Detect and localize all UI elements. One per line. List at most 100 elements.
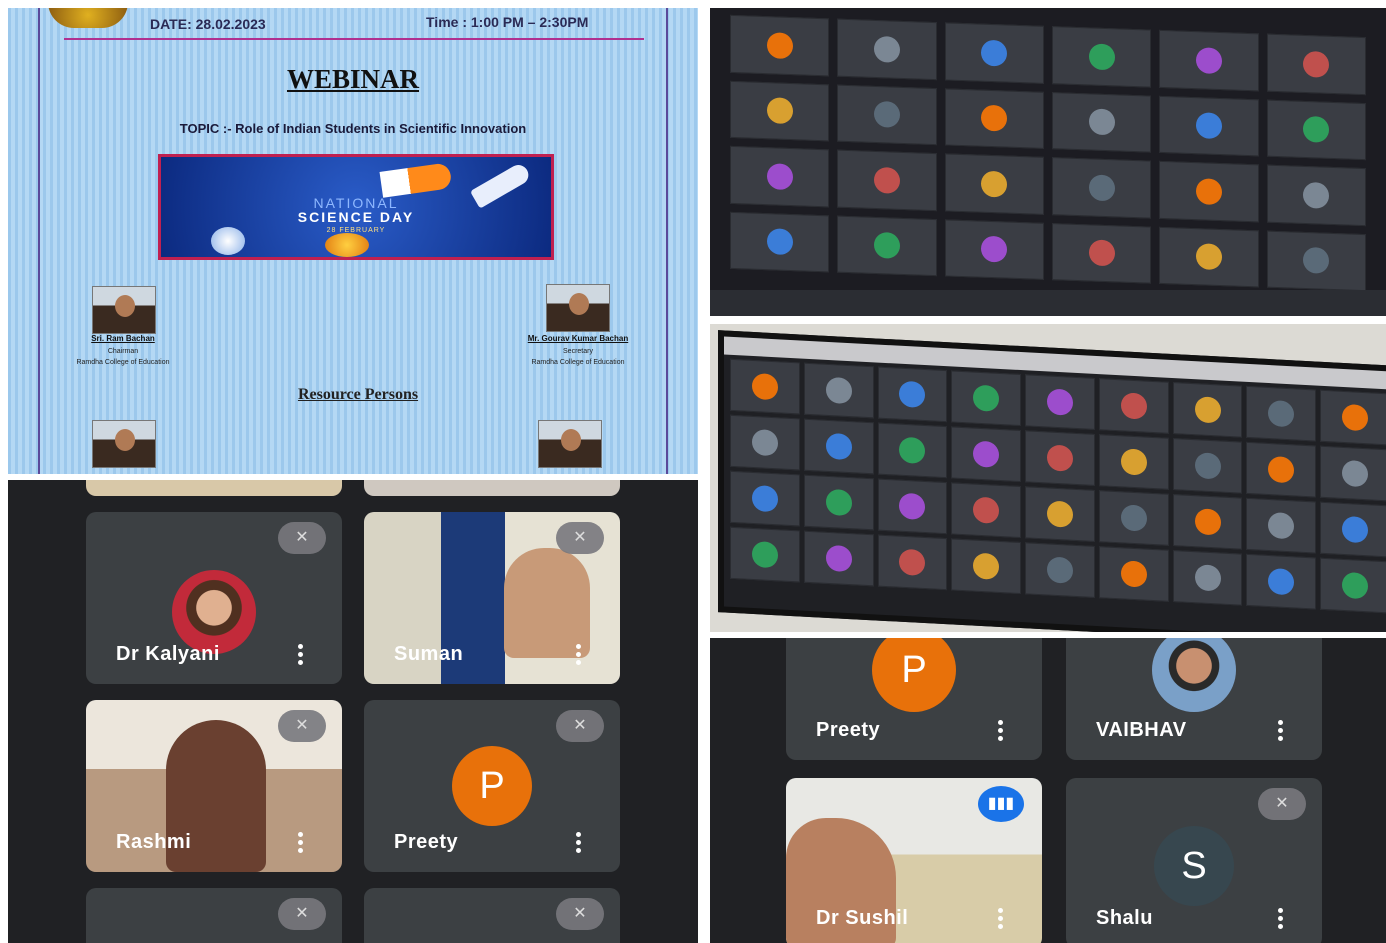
- participant-tile[interactable]: ✕ Dr Kalyani: [86, 512, 342, 684]
- avatar: [1194, 452, 1221, 480]
- participant-video-person: [504, 548, 590, 658]
- participant-tile[interactable]: ✕ Suman: [364, 512, 620, 684]
- participant-tile[interactable]: ▮▮▮ Dr Sushil: [786, 778, 1042, 943]
- participant-name: VAIBHAV: [1096, 719, 1187, 741]
- participant-name: Preety: [394, 831, 459, 853]
- participant-thumbnail: [1266, 164, 1366, 226]
- more-vert-icon[interactable]: [298, 644, 304, 666]
- participant-thumbnail: [1098, 434, 1169, 490]
- participant-tile[interactable]: ✕: [364, 888, 620, 943]
- mic-off-icon: ✕: [556, 710, 604, 742]
- mic-off-icon: ✕: [556, 898, 604, 930]
- avatar: [1303, 247, 1330, 275]
- avatar: [825, 488, 852, 517]
- avatar: [873, 232, 900, 260]
- mic-off-icon: ✕: [278, 710, 326, 742]
- avatar: [766, 31, 793, 59]
- avatar: [1195, 46, 1222, 74]
- more-vert-icon[interactable]: [298, 832, 304, 854]
- avatar: [1194, 396, 1221, 424]
- participant-thumbnail: [730, 470, 800, 527]
- participant-thumbnail: [877, 422, 948, 479]
- participant-thumbnail: [1052, 157, 1152, 219]
- resource-person-photo: [92, 420, 156, 468]
- participant-thumbnail: [1320, 501, 1386, 558]
- participant-thumbnail: [1159, 226, 1259, 288]
- avatar: [1268, 512, 1295, 540]
- avatar: [1303, 50, 1330, 78]
- participant-thumbnail: [803, 418, 874, 475]
- participant-thumbnail: [944, 153, 1044, 215]
- secretary-org: Ramdha College of Education: [531, 359, 625, 366]
- participant-thumbnail: [1098, 490, 1169, 546]
- more-vert-icon[interactable]: [998, 908, 1004, 930]
- participant-thumbnail: [1025, 430, 1095, 486]
- participant-thumbnail: [951, 426, 1022, 483]
- participant-thumbnail: [1320, 557, 1386, 614]
- avatar: [1120, 448, 1147, 476]
- participant-tile[interactable]: [364, 480, 620, 496]
- avatar: [873, 101, 900, 129]
- participant-thumbnail: [730, 145, 830, 207]
- avatar: [751, 428, 778, 457]
- avatar: [1303, 116, 1330, 144]
- secretary-photo: [546, 284, 610, 332]
- participant-name: Dr Sushil: [816, 907, 909, 929]
- avatar: [1303, 181, 1330, 209]
- webinar-poster: DATE: 28.02.2023 Time : 1:00 PM – 2:30PM…: [8, 8, 698, 474]
- poster-time: Time : 1:00 PM – 2:30PM: [426, 14, 589, 30]
- participant-thumbnail: [1266, 33, 1366, 95]
- avatar: [973, 384, 1000, 412]
- participant-thumbnail: [730, 358, 800, 415]
- participant-tile[interactable]: ✕ S Shalu: [1066, 778, 1322, 943]
- avatar: [973, 440, 1000, 468]
- resource-person-photo: [538, 420, 602, 468]
- meeting-toolbar: [710, 290, 1386, 316]
- more-vert-icon[interactable]: [576, 832, 582, 854]
- participant-thumbnail: [837, 18, 937, 80]
- more-vert-icon[interactable]: [1278, 720, 1284, 742]
- poster-date: DATE: 28.02.2023: [150, 16, 266, 32]
- participant-thumbnail: [877, 366, 948, 423]
- participant-thumbnail: [1246, 553, 1317, 610]
- participant-thumbnail: [730, 526, 800, 583]
- participant-thumbnail: [1025, 486, 1095, 542]
- avatar: [981, 170, 1008, 198]
- more-vert-icon[interactable]: [998, 720, 1004, 742]
- avatar: [825, 432, 852, 461]
- more-vert-icon[interactable]: [1278, 908, 1284, 930]
- participant-tile[interactable]: [86, 480, 342, 496]
- avatar: [1268, 456, 1295, 484]
- poster-divider: [64, 38, 644, 40]
- banner-line-3: 28 FEBRUARY: [326, 227, 386, 234]
- avatar: [1194, 564, 1221, 592]
- participant-thumbnail: [1266, 99, 1366, 161]
- participant-tile[interactable]: ✕ Rashmi: [86, 700, 342, 872]
- avatar: [981, 39, 1008, 67]
- participant-thumbnail: [803, 474, 874, 531]
- participant-tile[interactable]: VAIBHAV: [1066, 638, 1322, 760]
- participant-thumbnail: [1320, 445, 1386, 502]
- more-vert-icon[interactable]: [576, 644, 582, 666]
- participant-thumbnail: [1246, 385, 1317, 442]
- participant-thumbnail: [1159, 95, 1259, 157]
- chairman-photo: [92, 286, 156, 334]
- avatar: [1195, 112, 1222, 140]
- participant-thumbnail: [730, 211, 830, 273]
- avatar: P: [872, 638, 956, 712]
- avatar: [1046, 500, 1073, 528]
- audio-level-icon: ▮▮▮: [978, 786, 1024, 822]
- avatar: [1120, 392, 1147, 420]
- avatar: [1046, 444, 1073, 472]
- meeting-screen-photo-2: [710, 324, 1386, 632]
- avatar: [825, 544, 852, 573]
- participant-tile[interactable]: ✕: [86, 888, 342, 943]
- participant-thumbnail: [1172, 438, 1243, 494]
- participant-tile[interactable]: P Preety: [786, 638, 1042, 760]
- avatar: [1046, 388, 1073, 416]
- avatar: [1088, 239, 1115, 267]
- participant-thumbnail: [730, 80, 830, 142]
- mic-off-icon: ✕: [556, 522, 604, 554]
- participant-tile[interactable]: ✕ P Preety: [364, 700, 620, 872]
- mic-off-icon: ✕: [278, 522, 326, 554]
